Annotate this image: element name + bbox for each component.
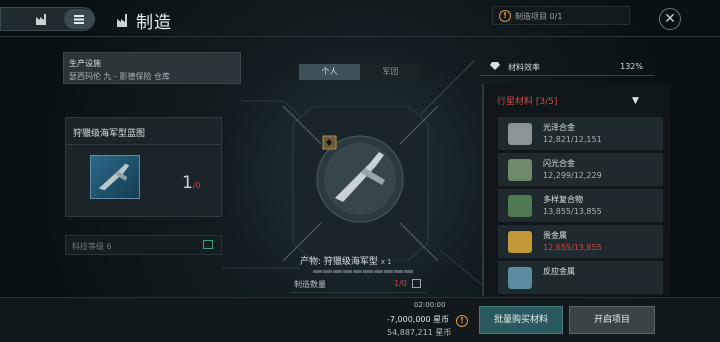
material-item[interactable]: 光泽合金 12,821/12,151 <box>498 117 663 150</box>
material-qty: 12,655/13,855 <box>543 243 602 252</box>
quantity-row: 制造数量 1/0 <box>290 276 426 293</box>
blueprint-name: 狩獵级海军型蓝图 <box>73 129 146 139</box>
material-item[interactable]: 多样复合物 13,855/13,855 <box>498 189 663 222</box>
chevron-down-icon[interactable]: ▼ <box>632 96 639 106</box>
material-item[interactable]: 反应金属 <box>498 261 663 294</box>
efficiency-label: 材料效率 <box>508 63 540 72</box>
material-qty: 12,299/12,229 <box>543 171 602 180</box>
metal-icon <box>508 267 532 289</box>
blueprint-card[interactable]: 狩獵级海军型蓝图 1/0 <box>65 117 222 217</box>
start-project-button[interactable]: 开启项目 <box>569 306 655 334</box>
blueprint-count-sub: /0 <box>192 181 201 190</box>
compound-icon <box>508 195 532 217</box>
material-name: 闪光合金 <box>543 159 575 168</box>
calculator-icon[interactable] <box>412 279 421 288</box>
product-name: 狩獵级海军型 <box>323 257 378 267</box>
material-efficiency: 材料效率 132% <box>480 58 655 76</box>
quantity-label: 制造数量 <box>294 280 326 289</box>
ship-display <box>283 106 438 261</box>
product-multiplier: x 1 <box>380 258 392 266</box>
material-qty: 12,821/12,151 <box>543 135 602 144</box>
production-time: 02:00:00 <box>414 301 446 309</box>
blueprint-icon[interactable] <box>90 155 140 199</box>
warning-icon: ! <box>456 315 468 327</box>
tab-personal[interactable]: 个人 <box>299 64 360 80</box>
material-qty: 13,855/13,855 <box>543 207 602 216</box>
material-name: 反应金属 <box>543 267 575 276</box>
materials-panel: 行星材料 [3/5] ▼ 光泽合金 12,821/12,151 闪光合金 12,… <box>482 84 670 296</box>
metal-icon <box>508 231 532 253</box>
bulk-buy-button[interactable]: 批量购买材料 <box>479 306 563 334</box>
diamond-icon <box>490 62 500 70</box>
tab-corporation[interactable]: 军团 <box>360 64 421 80</box>
blueprint-divider <box>66 144 221 145</box>
material-name: 光泽合金 <box>543 123 575 132</box>
wallet-balance: 54,887,211 星币 <box>387 328 452 337</box>
blueprint-count: 1/0 <box>182 173 201 193</box>
product-label: 产物: <box>300 257 322 267</box>
material-item[interactable]: 贵金属 12,655/13,855 <box>498 225 663 258</box>
alloy-icon <box>508 159 532 181</box>
material-item[interactable]: 闪光合金 12,299/12,229 <box>498 153 663 186</box>
quantity-value: 1/0 <box>394 279 407 288</box>
owner-tabs: 个人 军团 <box>299 64 421 80</box>
materials-header[interactable]: 行星材料 [3/5] <box>497 94 557 107</box>
tech-level-label: 科技等级 6 <box>72 242 112 251</box>
tech-level: 科技等级 6 <box>65 235 222 255</box>
product-line: 产物: 狩獵级海军型 x 1 <box>300 254 392 267</box>
efficiency-value: 132% <box>620 62 643 71</box>
production-cost: -7,000,000 星币 <box>387 315 450 324</box>
material-name: 贵金属 <box>543 231 567 240</box>
alloy-icon <box>508 123 532 145</box>
skill-icon[interactable] <box>203 240 213 249</box>
material-name: 多样复合物 <box>543 195 583 204</box>
quantity-slider[interactable] <box>313 270 413 273</box>
blueprint-count-value: 1 <box>182 173 193 193</box>
